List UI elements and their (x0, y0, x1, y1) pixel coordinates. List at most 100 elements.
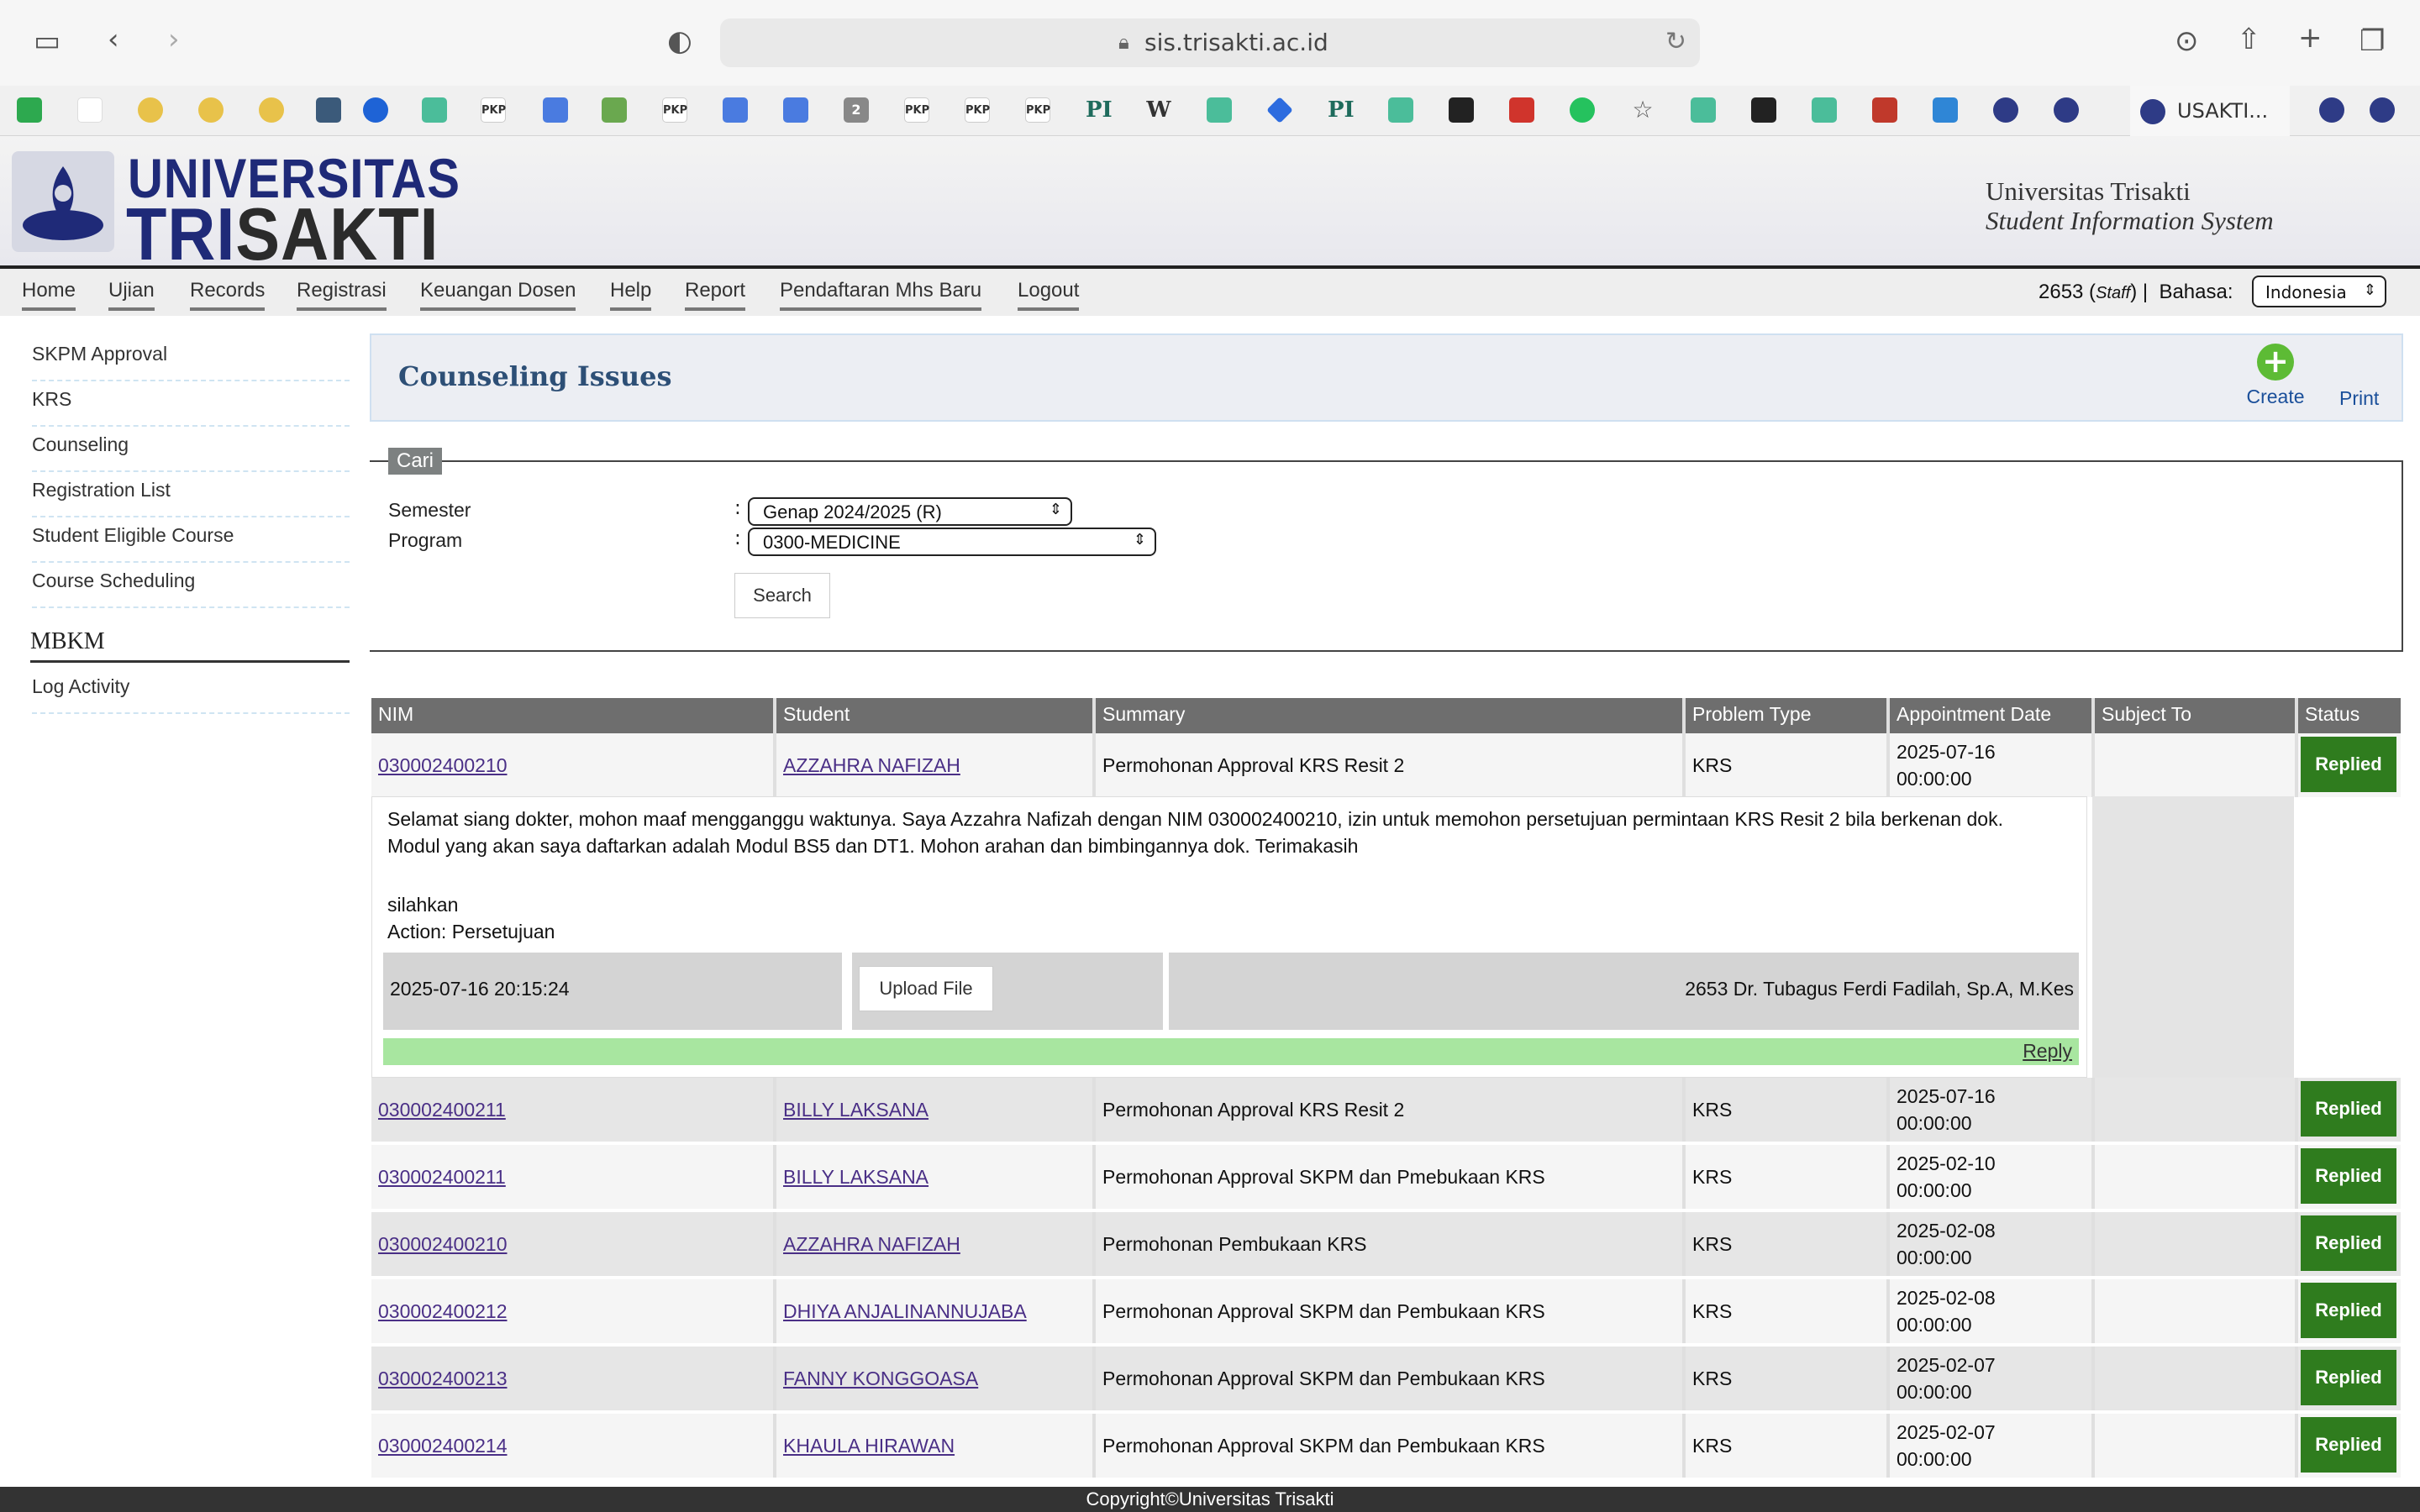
nav-records[interactable]: Records (190, 279, 266, 311)
whatsapp-bookmark-icon[interactable] (1570, 97, 1595, 123)
bookmark-icon[interactable]: 2 (844, 97, 869, 123)
usakti-bookmark-icon[interactable] (2054, 97, 2079, 123)
student-link[interactable]: BILLY LAKSANA (783, 1166, 929, 1189)
table-row[interactable]: 030002400214 KHAULA HIRAWAN Permohonan A… (371, 1414, 2401, 1478)
sidebar-item-counseling[interactable]: Counseling (32, 427, 350, 472)
nav-keuangan-dosen[interactable]: Keuangan Dosen (420, 279, 576, 311)
table-row[interactable]: 030002400212 DHIYA ANJALINANNUJABA Permo… (371, 1279, 2401, 1343)
pkp-bookmark-icon[interactable]: PKP (965, 97, 990, 123)
nim-link[interactable]: 030002400214 (378, 1435, 508, 1457)
bookmark-icon[interactable] (1266, 97, 1293, 123)
col-summary[interactable]: Summary (1096, 698, 1686, 733)
researchgate-bookmark-icon[interactable] (422, 97, 447, 123)
emblem-bookmark-icon[interactable] (259, 97, 284, 123)
bookmark-icon[interactable] (602, 97, 627, 123)
wikipedia-bookmark-icon[interactable]: W (1146, 97, 1171, 123)
bookmark-icon[interactable] (1509, 97, 1534, 123)
sidebar-item-course-scheduling[interactable]: Course Scheduling (32, 563, 350, 608)
bookmark-icon[interactable] (1933, 97, 1958, 123)
col-subject-to[interactable]: Subject To (2095, 698, 2298, 733)
nim-link[interactable]: 030002400211 (378, 1099, 506, 1121)
col-status[interactable]: Status (2298, 698, 2401, 733)
tab-overview-icon[interactable]: ❐ (2360, 27, 2385, 55)
reply-link[interactable]: Reply (2023, 1040, 2072, 1063)
student-link[interactable]: FANNY KONGGOASA (783, 1368, 978, 1390)
docs-bookmark-icon[interactable] (723, 97, 748, 123)
bookmark-icon[interactable] (363, 97, 388, 123)
docs-bookmark-icon[interactable] (783, 97, 808, 123)
pkp-bookmark-icon[interactable]: PKP (481, 97, 506, 123)
student-link[interactable]: AZZAHRA NAFIZAH (783, 754, 960, 777)
program-select[interactable]: 0300-MEDICINE ⇕ (748, 528, 1156, 556)
bookmark-icon[interactable] (1872, 97, 1897, 123)
emblem-bookmark-icon[interactable] (138, 97, 163, 123)
table-row[interactable]: 030002400211 BILLY LAKSANA Permohonan Ap… (371, 1145, 2401, 1209)
emblem-bookmark-icon[interactable] (198, 97, 224, 123)
table-row[interactable]: 030002400211 BILLY LAKSANA Permohonan Ap… (371, 1078, 2401, 1142)
sidebar-item-skpm-approval[interactable]: SKPM Approval (32, 336, 350, 381)
nav-registrasi[interactable]: Registrasi (297, 279, 387, 311)
browser-tab[interactable]: USAKTI... (2130, 86, 2290, 136)
language-select[interactable]: Indonesia ⇕ (2252, 276, 2386, 307)
usakti-bookmark-icon[interactable] (2370, 97, 2395, 123)
researchgate-bookmark-icon[interactable] (1388, 97, 1413, 123)
usakti-bookmark-icon[interactable] (2319, 97, 2344, 123)
forward-icon[interactable]: › (168, 25, 180, 54)
reload-icon[interactable]: ↻ (1665, 27, 1686, 56)
privacy-shield-icon[interactable]: ◐ (667, 27, 692, 55)
researchgate-bookmark-icon[interactable] (1691, 97, 1716, 123)
student-link[interactable]: AZZAHRA NAFIZAH (783, 1233, 960, 1256)
nav-help[interactable]: Help (610, 279, 652, 311)
bookmark-icon[interactable] (1751, 97, 1776, 123)
print-button[interactable]: Print (2339, 387, 2379, 410)
col-student[interactable]: Student (776, 698, 1096, 733)
search-button[interactable]: Search (734, 573, 830, 618)
pkp-bookmark-icon[interactable]: PKP (662, 97, 687, 123)
table-row[interactable]: 030002400210 AZZAHRA NAFIZAH Permohonan … (371, 733, 2401, 797)
nav-pendaftaran[interactable]: Pendaftaran Mhs Baru (780, 279, 982, 311)
nav-home[interactable]: Home (22, 279, 76, 311)
researchgate-bookmark-icon[interactable] (1812, 97, 1837, 123)
create-button[interactable]: + Create (2242, 344, 2309, 408)
share-icon[interactable]: ⇧ (2237, 25, 2261, 54)
sidebar-item-registration-list[interactable]: Registration List (32, 472, 350, 517)
sidebar-item-student-eligible-course[interactable]: Student Eligible Course (32, 517, 350, 563)
new-tab-icon[interactable]: + (2298, 24, 2323, 52)
nim-link[interactable]: 030002400210 (378, 754, 508, 777)
col-problem-type[interactable]: Problem Type (1686, 698, 1890, 733)
nav-logout[interactable]: Logout (1018, 279, 1080, 311)
semester-select[interactable]: Genap 2024/2025 (R) ⇕ (748, 497, 1072, 526)
nim-link[interactable]: 030002400213 (378, 1368, 508, 1390)
col-appointment-date[interactable]: Appointment Date (1890, 698, 2095, 733)
student-link[interactable]: DHIYA ANJALINANNUJABA (783, 1300, 1027, 1323)
nim-link[interactable]: 030002400210 (378, 1233, 508, 1256)
bookmark-icon[interactable] (316, 97, 341, 123)
nav-report[interactable]: Report (685, 279, 746, 311)
table-row[interactable]: 030002400213 FANNY KONGGOASA Permohonan … (371, 1347, 2401, 1410)
student-link[interactable]: KHAULA HIRAWAN (783, 1435, 955, 1457)
star-icon[interactable]: ☆ (1630, 97, 1655, 123)
sidebar-toggle-icon[interactable]: ▭ (34, 27, 60, 55)
pkp-bookmark-icon[interactable]: PKP (1025, 97, 1050, 123)
upload-file-button[interactable]: Upload File (859, 966, 993, 1011)
sidebar-item-log-activity[interactable]: Log Activity (32, 669, 350, 714)
address-bar[interactable]: 🔒︎ sis.trisakti.ac.id ↻ (720, 18, 1700, 67)
pkp-bookmark-icon[interactable]: PKP (904, 97, 929, 123)
docs-bookmark-icon[interactable] (543, 97, 568, 123)
blank-bookmark-icon[interactable] (77, 97, 103, 123)
nim-link[interactable]: 030002400212 (378, 1300, 508, 1323)
nav-ujian[interactable]: Ujian (108, 279, 155, 311)
downloads-icon[interactable]: ⊙ (2175, 27, 2199, 55)
researchgate-bookmark-icon[interactable] (1207, 97, 1232, 123)
table-row[interactable]: 030002400210 AZZAHRA NAFIZAH Permohonan … (371, 1212, 2401, 1276)
pi-bookmark-icon[interactable]: PI (1086, 97, 1113, 123)
nim-link[interactable]: 030002400211 (378, 1166, 506, 1189)
student-link[interactable]: BILLY LAKSANA (783, 1099, 929, 1121)
usakti-bookmark-icon[interactable] (1993, 97, 2018, 123)
pi-bookmark-icon[interactable]: PI (1328, 97, 1355, 123)
sidebar-item-krs[interactable]: KRS (32, 381, 350, 427)
back-icon[interactable]: ‹ (108, 25, 119, 54)
bookmark-icon[interactable] (1449, 97, 1474, 123)
drive-bookmark-icon[interactable] (17, 97, 42, 123)
col-nim[interactable]: NIM (371, 698, 776, 733)
